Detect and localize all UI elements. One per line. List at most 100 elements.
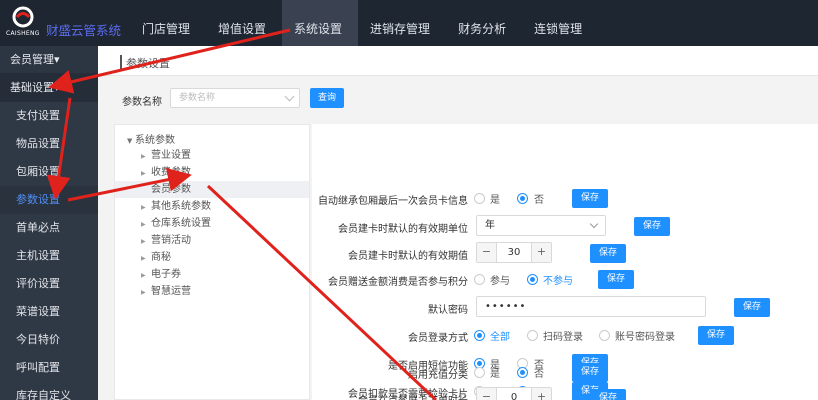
sidebar-item-review-settings[interactable]: 评价设置 [0,270,98,298]
plus-button[interactable]: + [531,388,551,400]
save-button[interactable]: 保存 [734,298,770,317]
search-placeholder: 参数名称 [179,93,216,103]
search-row: 参数名称 参数名称 查询 [114,84,818,120]
logo[interactable]: CAISHENG [6,6,46,42]
row-label: 会员在点餐屏上下单时长 [358,392,468,400]
form-row-login-method: 会员登录方式 全部 扫码登录 账号密码登录 保存 [312,323,818,349]
caret-right-icon: ▶ [141,255,146,262]
search-label: 参数名称 [122,97,162,108]
default-password-field[interactable]: •••••• [476,296,706,317]
radio-yes-label: 是 [490,369,500,380]
select-value: 年 [485,220,495,231]
parameter-form: 自动继承包厢最后一次会员卡信息 是 否 保存 会员建卡时默认的有效期单位 年 保… [312,124,818,400]
parameter-tree: ▼ 系统参数 ▶ 营业设置 ▶ 收费参数 会员参数 ▶ 其他系统参数 ▶ 仓库系统设置 ▶… [114,124,310,400]
tree-node-e-coupon[interactable]: ▶ 电子券 [115,266,309,283]
search-input[interactable]: 参数名称 [170,88,300,108]
tree-node-charge-params[interactable]: ▶ 收费参数 [115,164,309,181]
form-row-recharge-category: 启用充值分类 是 否 保存 [312,360,818,386]
caret-right-icon: ▶ [141,272,146,279]
sidebar-item-menu-settings[interactable]: 菜谱设置 [0,298,98,326]
radio-participate[interactable] [474,274,485,285]
tree-node-label: 商秘 [151,252,171,263]
caret-down-icon: ▼ [127,137,133,145]
chevron-down-icon [589,219,599,229]
sidebar-item-payment-settings[interactable]: 支付设置 [0,102,98,130]
row-label: 会员建卡时默认的有效期值 [348,251,468,262]
breadcrumb-marker [120,55,122,69]
tree-node-other-system-params[interactable]: ▶ 其他系统参数 [115,198,309,215]
search-button[interactable]: 查询 [310,88,344,108]
tree-node-smart-operation[interactable]: ▶ 智慧运营 [115,283,309,300]
top-bar: CAISHENG 财盛云管系统 门店管理 增值设置 系统设置 进销存管理 财务分… [0,0,818,46]
radio-account-login-label: 账号密码登录 [615,332,675,343]
sidebar-group-basic-settings[interactable]: 基础设置▾ [0,74,98,102]
minus-button[interactable]: − [477,388,497,400]
tree-node-member-params[interactable]: 会员参数 [115,181,309,198]
radio-yes[interactable] [474,367,485,378]
tree-node-warehouse-settings[interactable]: ▶ 仓库系统设置 [115,215,309,232]
sidebar-item-goods-settings[interactable]: 物品设置 [0,130,98,158]
validity-value-stepper[interactable]: − 30 + [476,242,552,263]
tree-node-business-secretary[interactable]: ▶ 商秘 [115,249,309,266]
form-row-order-duration: 会员在点餐屏上下单时长 − 0 + 保存 [312,386,818,400]
radio-no[interactable] [517,367,528,378]
radio-account-login[interactable] [599,330,610,341]
save-button[interactable]: 保存 [634,217,670,236]
save-button[interactable]: 保存 [598,270,634,289]
tree-node-label: 智慧运营 [151,286,191,297]
plus-button[interactable]: + [531,243,551,262]
nav-value-added-settings[interactable]: 增值设置 [206,0,282,46]
nav-system-settings[interactable]: 系统设置 [282,0,359,46]
caret-right-icon: ▶ [141,204,146,211]
stepper-value: 30 [507,247,521,258]
tree-children: ▶ 营业设置 ▶ 收费参数 会员参数 ▶ 其他系统参数 ▶ 仓库系统设置 ▶ 营销活动 ▶… [115,147,309,300]
tree-node-label: 其他系统参数 [151,201,211,212]
save-button[interactable]: 保存 [572,189,608,208]
nav-chain-management[interactable]: 连锁管理 [522,0,598,46]
sidebar-group-member-management[interactable]: 会员管理▾ [0,46,98,74]
form-row-validity-unit: 会员建卡时默认的有效期单位 年 保存 [312,214,818,240]
caret-right-icon: ▶ [141,170,146,177]
tree-node-marketing[interactable]: ▶ 营销活动 [115,232,309,249]
order-duration-stepper[interactable]: − 0 + [476,387,552,400]
tree-root-label: 系统参数 [135,135,175,146]
radio-all[interactable] [474,330,485,341]
radio-qr-login[interactable] [527,330,538,341]
sidebar-item-first-order-required[interactable]: 首单必点 [0,214,98,242]
tree-node-business-settings[interactable]: ▶ 营业设置 [115,147,309,164]
tree-root[interactable]: ▼ 系统参数 [127,131,175,146]
sidebar-item-room-settings[interactable]: 包厢设置 [0,158,98,186]
nav-inventory-management[interactable]: 进销存管理 [358,0,446,46]
sidebar-item-host-settings[interactable]: 主机设置 [0,242,98,270]
caret-right-icon: ▶ [141,221,146,228]
row-label: 启用充值分类 [408,370,468,381]
form-row-gift-points: 会员赠送金额消费是否参与积分 参与 不参与 保存 [312,267,818,293]
tree-node-label: 会员参数 [151,184,191,195]
radio-not-participate-label: 不参与 [543,276,573,287]
nav-financial-analysis[interactable]: 财务分析 [446,0,522,46]
caret-right-icon: ▶ [141,289,146,296]
save-button[interactable]: 保存 [590,244,626,263]
sidebar-item-inventory-custom[interactable]: 库存自定义 [0,382,98,400]
radio-all-label: 全部 [490,332,510,343]
radio-yes-label: 是 [490,195,500,206]
tree-node-label: 仓库系统设置 [151,218,211,229]
sidebar-item-daily-special[interactable]: 今日特价 [0,326,98,354]
radio-no-label: 否 [534,369,544,380]
page-title: 参数设置 [126,57,170,70]
minus-button[interactable]: − [477,243,497,262]
validity-unit-select[interactable]: 年 [476,215,606,236]
radio-not-participate[interactable] [527,274,538,285]
tree-node-label: 营销活动 [151,235,191,246]
radio-no[interactable] [517,193,528,204]
save-button[interactable]: 保存 [698,326,734,345]
tree-node-label: 营业设置 [151,150,191,161]
sidebar-item-call-config[interactable]: 呼叫配置 [0,354,98,382]
save-button[interactable]: 保存 [590,389,626,400]
nav-store-management[interactable]: 门店管理 [130,0,206,46]
radio-yes[interactable] [474,193,485,204]
logo-icon [12,6,34,28]
sidebar-item-parameter-settings[interactable]: 参数设置 [0,186,98,214]
password-value: •••••• [485,301,527,312]
save-button[interactable]: 保存 [572,363,608,382]
